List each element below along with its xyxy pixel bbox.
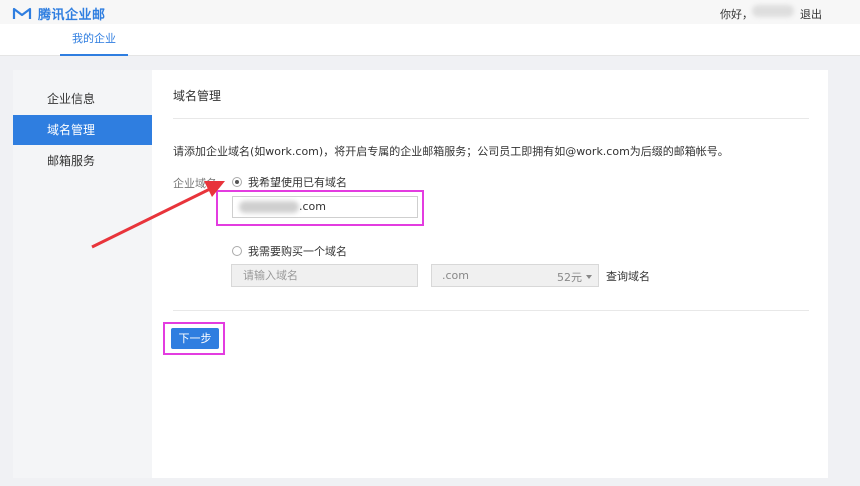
chevron-down-icon — [586, 275, 592, 279]
logout-link[interactable]: 退出 — [800, 6, 822, 22]
suffix-select-price: 52元 — [557, 271, 582, 284]
radio-checked-icon[interactable] — [232, 177, 242, 187]
domain-name-redacted — [239, 201, 299, 213]
next-step-button[interactable]: 下一步 — [171, 328, 219, 349]
description-text: 请添加企业域名(如work.com)，将开启专属的企业邮箱服务；公司员工即拥有如… — [173, 145, 729, 158]
radio-existing-domain[interactable]: 我希望使用已有域名 — [232, 174, 347, 190]
greeting-text: 你好， — [720, 8, 753, 21]
main-card: 企业信息 域名管理 邮箱服务 域名管理 请添加企业域名(如work.com)，将… — [13, 70, 828, 478]
top-bar: 腾讯企业邮 你好， 退出 — [0, 0, 860, 24]
form-divider — [173, 310, 809, 311]
suffix-select-value: .com — [442, 269, 469, 282]
sidebar-item-mailbox-service[interactable]: 邮箱服务 — [13, 146, 152, 176]
sidebar-item-enterprise-info[interactable]: 企业信息 — [13, 84, 152, 114]
title-divider — [173, 118, 809, 119]
sidebar: 企业信息 域名管理 邮箱服务 — [13, 70, 152, 478]
page-title: 域名管理 — [173, 89, 222, 103]
nav-bar: 我的企业 — [0, 24, 860, 56]
radio-buy-domain-label: 我需要购买一个域名 — [248, 245, 347, 258]
enterprise-domain-label: 企业域名: — [173, 177, 221, 190]
radio-existing-domain-label: 我希望使用已有域名 — [248, 176, 347, 189]
existing-domain-input[interactable]: .com — [232, 196, 418, 218]
radio-buy-domain[interactable]: 我需要购买一个域名 — [232, 243, 347, 259]
logo[interactable]: 腾讯企业邮 — [12, 4, 106, 23]
tencent-mail-logo-icon — [12, 7, 32, 19]
tab-my-enterprise[interactable]: 我的企业 — [60, 24, 128, 56]
username-redacted — [752, 5, 794, 17]
sidebar-item-domain-management[interactable]: 域名管理 — [13, 115, 152, 145]
buy-domain-input[interactable]: 请输入域名 — [231, 264, 418, 287]
domain-suffix-text: .com — [299, 200, 326, 213]
radio-unchecked-icon[interactable] — [232, 246, 242, 256]
brand-name: 腾讯企业邮 — [38, 8, 106, 23]
domain-suffix-select[interactable]: .com 52元 — [431, 264, 599, 287]
query-domain-link[interactable]: 查询域名 — [606, 268, 650, 284]
